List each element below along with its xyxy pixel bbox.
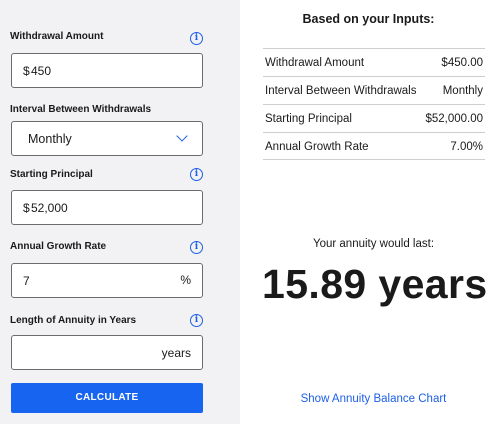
summary-key: Withdrawal Amount (265, 57, 365, 69)
info-icon[interactable]: i (190, 168, 203, 181)
table-row: Annual Growth Rate 7.00% (263, 132, 485, 160)
annual-growth-rate-value: 7 (23, 274, 30, 288)
years-suffix: years (161, 346, 191, 360)
summary-key: Starting Principal (265, 113, 352, 125)
summary-value: 7.00% (450, 141, 483, 153)
chevron-down-icon (176, 130, 188, 142)
interval-label: Interval Between Withdrawals (10, 104, 152, 115)
show-chart-link[interactable]: Show Annuity Balance Chart (240, 393, 497, 405)
starting-principal-input[interactable]: $ 52,000 (11, 190, 203, 225)
summary-value: Monthly (442, 85, 483, 97)
annuity-length-label: Length of Annuity in Years (10, 315, 137, 326)
annual-growth-rate-label: Annual Growth Rate (10, 241, 107, 252)
summary-title: Based on your Inputs: (302, 12, 435, 26)
result-value: 15.89 years (262, 261, 488, 307)
calculate-button[interactable]: CALCULATE (11, 383, 203, 413)
info-icon[interactable]: i (190, 32, 203, 45)
currency-prefix: $ (23, 201, 30, 215)
starting-principal-value: 52,000 (31, 201, 68, 215)
table-row: Interval Between Withdrawals Monthly (263, 76, 485, 104)
percent-suffix: % (180, 273, 191, 287)
table-row: Starting Principal $52,000.00 (263, 104, 485, 132)
withdrawal-amount-value: 450 (31, 64, 52, 78)
results-panel: Based on your Inputs: Withdrawal Amount … (240, 0, 497, 424)
interval-selected-value: Monthly (28, 132, 72, 146)
starting-principal-label: Starting Principal (10, 169, 93, 180)
withdrawal-amount-input[interactable]: $ 450 (11, 53, 203, 88)
summary-key: Annual Growth Rate (265, 141, 369, 153)
summary-value: $450.00 (441, 57, 483, 69)
info-icon[interactable]: i (190, 314, 203, 327)
summary-key: Interval Between Withdrawals (265, 85, 417, 97)
annuity-length-input[interactable]: years (11, 335, 203, 370)
currency-prefix: $ (23, 64, 30, 78)
table-row: Withdrawal Amount $450.00 (263, 48, 485, 76)
summary-value: $52,000.00 (425, 113, 483, 125)
interval-select[interactable]: Monthly (11, 121, 203, 156)
calculator-form: Withdrawal Amount i $ 450 Interval Betwe… (0, 0, 240, 424)
annual-growth-rate-input[interactable]: 7 % (11, 263, 203, 298)
withdrawal-amount-label: Withdrawal Amount (10, 31, 104, 42)
summary-table: Withdrawal Amount $450.00 Interval Betwe… (263, 48, 485, 160)
info-icon[interactable]: i (190, 241, 203, 254)
result-label: Your annuity would last: (312, 238, 435, 250)
